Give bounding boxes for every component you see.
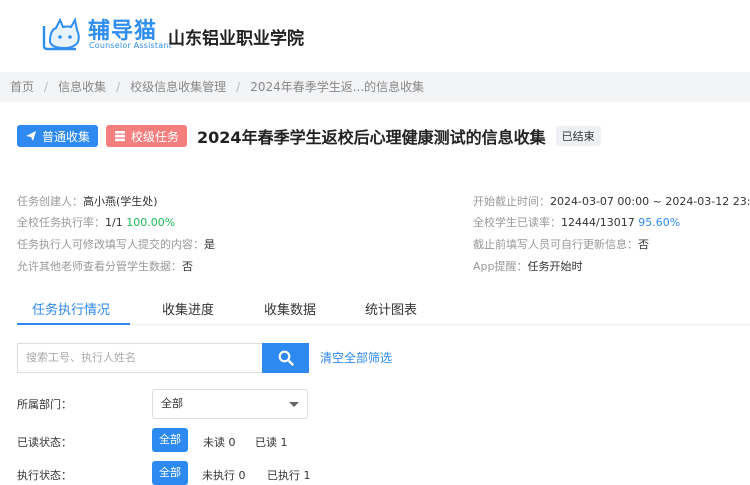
tag-normal-label: 普通收集 [42,129,91,144]
read-rate-percent: 95.60% [638,216,681,229]
send-icon [26,131,36,141]
info-label: 全校任务执行率： [17,216,105,229]
exec-status-label: 执行状态： [17,469,72,482]
tab-exec-status[interactable]: 任务执行情况 [32,299,110,318]
department-select[interactable]: 全部 [152,389,308,419]
info-read-rate: 全校学生已读率：12444/13017 95.60% [473,214,680,230]
info-label: 任务执行人可修改填写人提交的内容： [17,238,204,251]
info-label: 任务创建人： [17,195,83,208]
read-status-label: 已读状态： [17,436,72,449]
search-icon [278,350,294,366]
info-value: 1/1 [105,216,123,229]
clear-filters-link[interactable]: 清空全部筛选 [320,349,392,366]
caret-down-icon [289,402,299,407]
breadcrumb-current: 2024年春季学生返...的信息收集 [250,80,425,94]
app-header: 辅导猫 Counselor Assistant 山东铝业职业学院 [0,0,750,72]
info-self-update: 截止前填写人员可自行更新信息：否 [473,236,649,252]
department-select-value: 全部 [161,397,183,410]
breadcrumb-info-collect[interactable]: 信息收集 [58,80,106,94]
info-label: 允许其他老师查看分管学生数据： [17,260,182,273]
task-title-bar: 普通收集 校级任务 2024年春季学生返校后心理健康测试的信息收集 已结束 [17,124,601,148]
info-label: 开始截止时间： [473,195,550,208]
breadcrumb: 首页 / 信息收集 / 校级信息收集管理/2024年春季学生返...的信息收集 [0,72,750,102]
info-value: 高小燕(学生处) [83,195,158,208]
info-label: 全校学生已读率： [473,216,561,229]
exec-rate-percent: 100.00% [126,216,176,229]
breadcrumb-home[interactable]: 首页 [10,80,34,94]
read-option-all[interactable]: 全部 [152,428,188,452]
info-app-reminder: App提醒：任务开始时 [473,258,583,274]
exec-option-not-done[interactable]: 未执行 0 [202,467,246,483]
info-value: 12444/13017 [561,216,635,229]
status-badge: 已结束 [555,126,601,146]
info-time-range: 开始截止时间：2024-03-07 00:00 ~ 2024-03-12 23:… [473,193,750,209]
exec-option-done[interactable]: 已执行 1 [267,467,311,483]
tab-bar: 任务执行情况 收集进度 收集数据 统计图表 [17,295,750,325]
read-option-read[interactable]: 已读 1 [255,434,288,450]
exec-option-all[interactable]: 全部 [152,461,188,485]
search-button[interactable] [262,343,309,373]
info-value: 否 [638,238,649,251]
tab-statistics[interactable]: 统计图表 [365,299,417,318]
search-input[interactable]: 搜索工号、执行人姓名 [17,343,262,373]
cat-logo-icon [42,17,80,51]
department-label: 所属部门： [17,398,72,411]
tab-progress[interactable]: 收集进度 [162,299,214,318]
info-value: 是 [204,238,215,251]
info-view-allowed: 允许其他老师查看分管学生数据：否 [17,258,193,274]
tag-school-label: 校级任务 [131,129,180,144]
info-value: 2024-03-07 00:00 ~ 2024-03-12 23:59 [550,195,750,208]
tag-school-task: 校级任务 [106,125,188,147]
info-modify-allowed: 任务执行人可修改填写人提交的内容：是 [17,236,215,252]
info-label: App提醒： [473,260,528,273]
info-value: 否 [182,260,193,273]
info-label: 截止前填写人员可自行更新信息： [473,238,638,251]
info-creator: 任务创建人：高小燕(学生处) [17,193,158,209]
active-tab-indicator [17,323,130,325]
school-name: 山东铝业职业学院 [168,29,304,49]
brand-subtitle: Counselor Assistant [89,41,172,50]
breadcrumb-school-manage[interactable]: 校级信息收集管理 [130,80,226,94]
tab-collected-data[interactable]: 收集数据 [264,299,316,318]
stack-icon [115,131,126,142]
info-exec-rate: 全校任务执行率：1/1 100.00% [17,214,175,230]
read-option-unread[interactable]: 未读 0 [203,434,236,450]
task-title: 2024年春季学生返校后心理健康测试的信息收集 [197,128,546,147]
info-value: 任务开始时 [527,260,583,273]
tag-normal-collect: 普通收集 [17,125,99,147]
